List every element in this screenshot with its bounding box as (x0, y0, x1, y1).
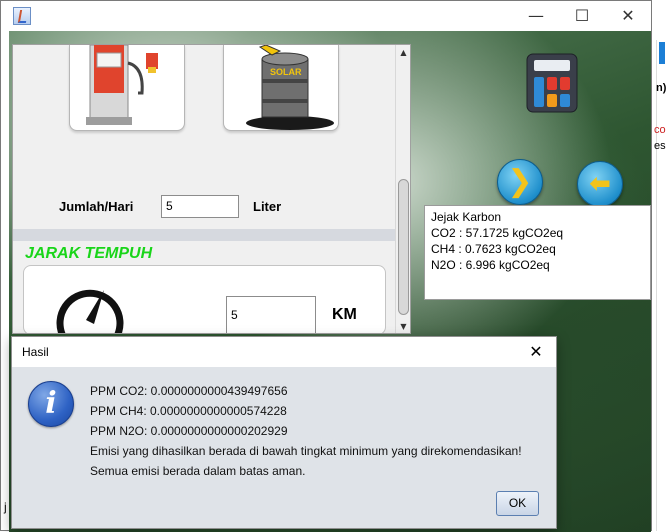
title-bar: — ☐ ✕ (1, 1, 651, 31)
n2o-result: N2O : 6.996 kgCO2eq (431, 258, 550, 272)
back-button[interactable]: ⬅ (577, 161, 623, 207)
solar-barrel-icon: SOLAR (246, 45, 334, 130)
input-scroll-panel[interactable]: SOLAR Jumlah/Hari 5 Liter JARAK TEMPUH 5… (12, 44, 411, 334)
hasil-dialog: Hasil ✕ i PPM CO2: 0.0000000000439497656… (11, 336, 557, 529)
section-divider (13, 229, 395, 241)
ch4-result: CH4 : 0.7623 kgCO2eq (431, 242, 556, 256)
close-button[interactable]: ✕ (613, 5, 643, 27)
back-arrow-icon: ⬅ (589, 169, 611, 199)
emission-message-line: Emisi yang dihasilkan berada di bawah ti… (90, 444, 522, 458)
next-button[interactable]: ❯ (497, 159, 543, 205)
next-arrow-icon: ❯ (507, 164, 533, 199)
minimize-button[interactable]: — (521, 5, 551, 27)
ppm-n2o-line: PPM N2O: 0.0000000000000202929 (90, 424, 288, 438)
fuel-pump-option[interactable] (69, 45, 185, 131)
solar-fuel-option[interactable]: SOLAR (223, 45, 339, 131)
scroll-down-arrow-icon[interactable]: ▼ (396, 319, 410, 333)
background-text-fragment: co (654, 124, 666, 136)
scroll-up-arrow-icon[interactable]: ▲ (396, 45, 410, 60)
liter-unit-label: Liter (253, 199, 282, 214)
jejak-title: Jejak Karbon (431, 210, 502, 224)
safe-message-line: Semua emisi berada dalam batas aman. (90, 464, 306, 478)
calculate-button[interactable] (526, 53, 578, 113)
ppm-co2-line: PPM CO2: 0.0000000000439497656 (90, 384, 288, 398)
ok-button[interactable]: OK (496, 491, 539, 516)
background-text-fragment: n) (656, 82, 666, 94)
scrollbar-thumb[interactable] (398, 179, 409, 315)
dialog-title-bar: Hasil ✕ (12, 337, 556, 367)
info-glyph: i (45, 386, 57, 421)
scroll-content: SOLAR Jumlah/Hari 5 Liter JARAK TEMPUH 5… (13, 45, 395, 333)
jumlah-input[interactable]: 5 (161, 195, 239, 218)
background-text-fragment: es (654, 140, 666, 152)
dialog-message: PPM CO2: 0.0000000000439497656 PPM CH4: … (90, 381, 522, 481)
info-icon: i (28, 381, 74, 427)
jarak-input[interactable]: 5 (226, 296, 316, 333)
jarak-section: 5 KM (23, 265, 386, 333)
background-text-fragment: j (4, 500, 7, 514)
fuel-pump-icon (86, 45, 158, 125)
background-window-accent (659, 42, 665, 64)
jumlah-label: Jumlah/Hari (59, 199, 134, 214)
calculator-icon (526, 53, 578, 113)
dialog-title: Hasil (22, 345, 49, 359)
speedometer-icon (56, 289, 124, 333)
barrel-label: SOLAR (270, 67, 302, 77)
km-unit-label: KM (332, 306, 357, 323)
dialog-close-button[interactable]: ✕ (524, 341, 548, 363)
co2-result: CO2 : 57.1725 kgCO2eq (431, 226, 564, 240)
background-window (656, 40, 666, 531)
ppm-ch4-line: PPM CH4: 0.0000000000000574228 (90, 404, 287, 418)
vertical-scrollbar[interactable]: ▲ ▼ (395, 45, 410, 333)
java-app-icon (13, 7, 31, 25)
jejak-karbon-panel: Jejak Karbon CO2 : 57.1725 kgCO2eq CH4 :… (424, 205, 651, 300)
maximize-button[interactable]: ☐ (567, 5, 597, 27)
jarak-tempuh-heading: JARAK TEMPUH (25, 245, 153, 262)
